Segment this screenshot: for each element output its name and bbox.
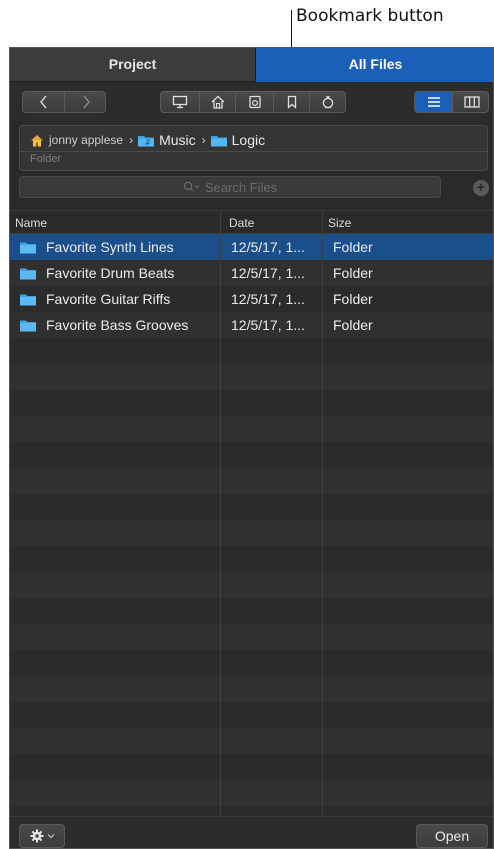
- breadcrumb-separator: ›: [129, 133, 134, 147]
- column-header-date[interactable]: Date: [229, 216, 254, 230]
- project-icon: [249, 95, 261, 109]
- breadcrumb-user[interactable]: jonny applese: [49, 133, 123, 147]
- file-date: 12/5/17, 1...: [231, 317, 305, 333]
- column-divider: [220, 210, 221, 816]
- folder-icon: [19, 293, 37, 306]
- chevron-down-icon: [47, 834, 54, 839]
- file-list: Favorite Synth Lines 12/5/17, 1... Folde…: [10, 234, 493, 816]
- column-divider: [322, 210, 323, 816]
- breadcrumb-logic[interactable]: Logic: [232, 132, 265, 148]
- breadcrumb-music[interactable]: Music: [159, 132, 196, 148]
- callout-label: Bookmark button: [296, 6, 444, 26]
- list-item[interactable]: Favorite Bass Grooves 12/5/17, 1... Fold…: [10, 312, 493, 338]
- file-date: 12/5/17, 1...: [231, 239, 305, 255]
- recent-button[interactable]: [309, 92, 346, 112]
- column-header: Name Date Size: [10, 210, 493, 234]
- bottom-bar: Open: [10, 816, 493, 848]
- tab-project[interactable]: Project: [10, 48, 256, 82]
- chevron-left-icon: [39, 95, 47, 109]
- browser-toolbar: [10, 83, 493, 121]
- list-item[interactable]: Favorite Drum Beats 12/5/17, 1... Folder: [10, 260, 493, 286]
- action-menu-button[interactable]: [19, 824, 65, 848]
- home-button[interactable]: [199, 92, 236, 112]
- folder-icon: [210, 135, 227, 146]
- nav-buttons: [22, 91, 106, 113]
- file-date: 12/5/17, 1...: [231, 291, 305, 307]
- computer-icon: [172, 95, 188, 109]
- recent-icon: [322, 95, 334, 109]
- back-button[interactable]: [23, 92, 64, 112]
- list-view-icon: [427, 97, 440, 107]
- folder-icon: [19, 319, 37, 332]
- file-size: Folder: [333, 317, 373, 333]
- home-icon: [211, 95, 225, 109]
- file-browser-panel: Project All Files jonny applese › Music …: [9, 47, 494, 849]
- chevron-right-icon: [82, 95, 90, 109]
- column-header-size[interactable]: Size: [328, 216, 351, 230]
- add-button[interactable]: +: [473, 180, 489, 196]
- view-mode-buttons: [414, 91, 489, 113]
- breadcrumb-separator: ›: [201, 133, 206, 147]
- computer-button[interactable]: [161, 92, 199, 112]
- file-date: 12/5/17, 1...: [231, 265, 305, 281]
- file-size: Folder: [333, 239, 373, 255]
- folder-icon: [19, 241, 37, 254]
- bookmark-button[interactable]: [273, 92, 310, 112]
- file-name: Favorite Synth Lines: [46, 239, 174, 255]
- path-divider: [20, 151, 487, 152]
- search-icon: [183, 181, 201, 193]
- list-item[interactable]: Favorite Guitar Riffs 12/5/17, 1... Fold…: [10, 286, 493, 312]
- bookmark-icon: [287, 95, 297, 109]
- column-header-name[interactable]: Name: [15, 216, 47, 230]
- file-name: Favorite Drum Beats: [46, 265, 175, 281]
- search-field[interactable]: Search Files: [19, 176, 441, 198]
- file-size: Folder: [333, 291, 373, 307]
- list-view-button[interactable]: [415, 92, 452, 112]
- user-home-icon: [31, 134, 43, 146]
- search-input[interactable]: Search Files: [205, 180, 277, 195]
- music-folder-icon: [138, 135, 155, 146]
- list-item[interactable]: Favorite Synth Lines 12/5/17, 1... Folde…: [10, 234, 493, 260]
- item-kind-label: Folder: [30, 153, 62, 165]
- file-name: Favorite Bass Grooves: [46, 317, 189, 333]
- tab-all-files[interactable]: All Files: [256, 48, 493, 82]
- breadcrumb: jonny applese › Music › Logic: [30, 129, 265, 151]
- file-size: Folder: [333, 265, 373, 281]
- open-button[interactable]: Open: [416, 824, 488, 848]
- plus-icon: +: [476, 179, 486, 195]
- column-view-button[interactable]: [452, 92, 488, 112]
- folder-icon: [19, 267, 37, 280]
- file-name: Favorite Guitar Riffs: [46, 291, 171, 307]
- path-bar: jonny applese › Music › Logic Folder: [19, 125, 488, 171]
- gear-icon: [30, 829, 43, 843]
- forward-button[interactable]: [64, 92, 106, 112]
- project-button[interactable]: [235, 92, 274, 112]
- browser-tabs: Project All Files: [10, 48, 493, 82]
- column-view-icon: [463, 96, 480, 108]
- location-buttons: [160, 91, 346, 113]
